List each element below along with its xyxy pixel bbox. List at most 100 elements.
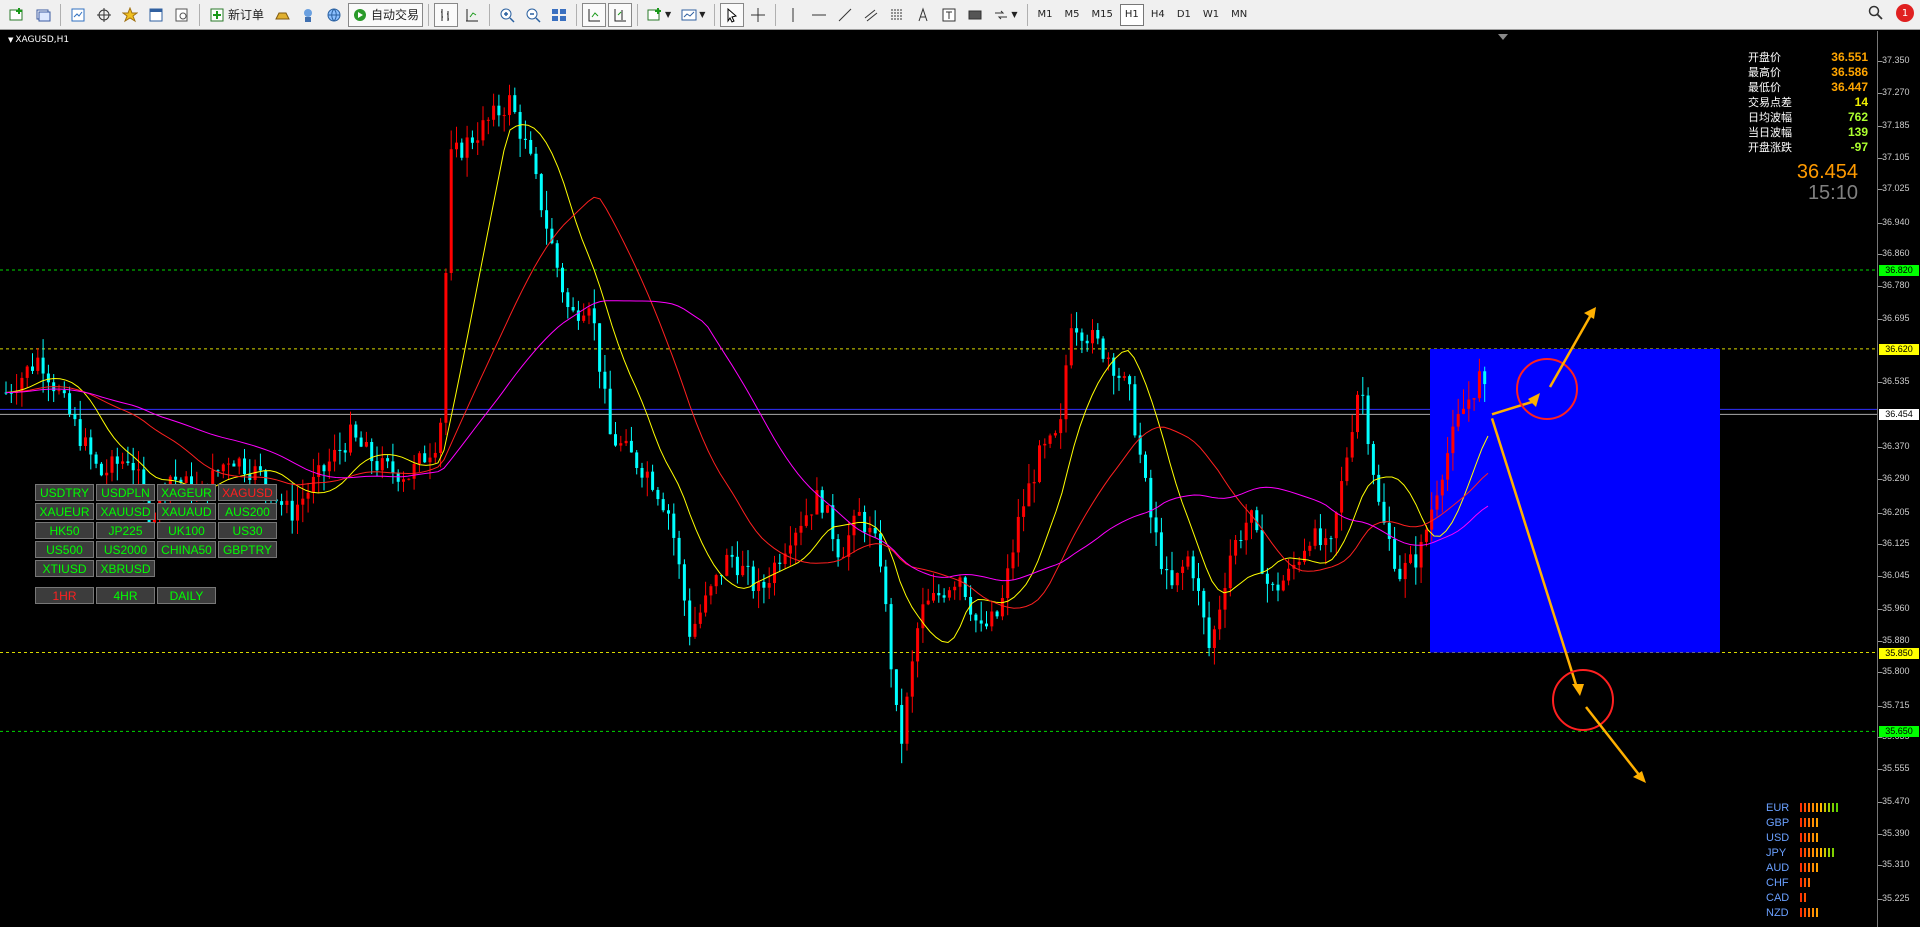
timeframe-mn-button[interactable]: MN bbox=[1226, 4, 1252, 26]
candle-body bbox=[1297, 561, 1301, 565]
fibonacci-button[interactable] bbox=[885, 3, 909, 27]
strength-bar-segment bbox=[1816, 818, 1818, 827]
symbol-button-jp225[interactable]: JP225 bbox=[96, 522, 155, 539]
auto-scroll-button[interactable] bbox=[582, 2, 607, 27]
channel-button[interactable] bbox=[859, 3, 883, 27]
symbol-button-us30[interactable]: US30 bbox=[218, 522, 277, 539]
currency-name: USD bbox=[1766, 831, 1790, 844]
symbol-button-uk100[interactable]: UK100 bbox=[157, 522, 216, 539]
info-value: 762 bbox=[1847, 110, 1868, 124]
crosshair-tool-button[interactable] bbox=[746, 3, 770, 27]
candle-body bbox=[1318, 528, 1322, 546]
notification-badge[interactable]: 1 bbox=[1896, 4, 1914, 22]
candle-body bbox=[1069, 328, 1073, 366]
candle-body bbox=[1244, 522, 1248, 541]
strength-bar-segment bbox=[1808, 863, 1810, 872]
candle-body bbox=[31, 366, 34, 371]
new-chart-button[interactable] bbox=[5, 3, 29, 27]
signals-button[interactable] bbox=[296, 3, 320, 27]
price-tick-label: 37.025 bbox=[1882, 183, 1910, 194]
info-row: 最高价 36.586 bbox=[1748, 65, 1868, 80]
arrows-button[interactable]: ▼ bbox=[989, 3, 1021, 27]
timeframe-h1-button[interactable]: H1 bbox=[1119, 3, 1144, 26]
indicators-button[interactable]: ▼ bbox=[643, 3, 675, 27]
candle-body bbox=[1207, 617, 1211, 648]
candle-body bbox=[1271, 583, 1275, 585]
cursor-button[interactable] bbox=[720, 2, 745, 27]
candle-body bbox=[1091, 330, 1094, 344]
symbol-button-usdtry[interactable]: USDTRY bbox=[35, 484, 94, 501]
timeframe-switch-4hr[interactable]: 4HR bbox=[96, 587, 155, 604]
strength-bar-segment bbox=[1808, 818, 1810, 827]
timeframe-m1-button[interactable]: M1 bbox=[1033, 4, 1058, 26]
rectangle-button[interactable] bbox=[963, 3, 987, 27]
horizontal-line-button[interactable] bbox=[807, 3, 831, 27]
vps-button[interactable] bbox=[322, 3, 346, 27]
timeframe-d1-button[interactable]: D1 bbox=[1172, 4, 1196, 26]
timeframe-m15-button[interactable]: M15 bbox=[1087, 4, 1118, 26]
zoom-in-button[interactable] bbox=[495, 3, 519, 27]
currency-name: AUD bbox=[1766, 861, 1790, 874]
trendline-button[interactable] bbox=[833, 3, 857, 27]
timeframe-w1-button[interactable]: W1 bbox=[1198, 4, 1224, 26]
symbol-button-aus200[interactable]: AUS200 bbox=[218, 503, 277, 520]
candle-body bbox=[788, 545, 792, 554]
symbol-button-xauaud[interactable]: XAUAUD bbox=[157, 503, 216, 520]
strategy-tester-button[interactable] bbox=[170, 3, 194, 27]
timeframe-h4-button[interactable]: H4 bbox=[1146, 4, 1170, 26]
price-tick-label: 36.860 bbox=[1882, 248, 1910, 259]
timeframe-switch-1hr[interactable]: 1HR bbox=[35, 587, 94, 604]
timeframe-switch-daily[interactable]: DAILY bbox=[157, 587, 216, 604]
candlestick-button[interactable] bbox=[460, 3, 484, 27]
candle-body bbox=[1393, 538, 1397, 569]
candle-body bbox=[227, 463, 231, 465]
symbol-button-china50[interactable]: CHINA50 bbox=[157, 541, 216, 558]
tile-windows-button[interactable] bbox=[547, 3, 571, 27]
templates-button[interactable]: ▼ bbox=[677, 3, 709, 27]
candle-body bbox=[1154, 517, 1158, 533]
symbol-button-us500[interactable]: US500 bbox=[35, 541, 94, 558]
timeframe-m5-button[interactable]: M5 bbox=[1060, 4, 1085, 26]
toolbar-separator bbox=[1026, 3, 1028, 26]
candle-body bbox=[608, 388, 612, 435]
candle-body bbox=[1080, 332, 1084, 341]
candle-body bbox=[110, 456, 114, 473]
symbol-button-xtiusd[interactable]: XTIUSD bbox=[35, 560, 94, 577]
symbol-button-hk50[interactable]: HK50 bbox=[35, 522, 94, 539]
text-label-button[interactable] bbox=[937, 3, 961, 27]
candle-body bbox=[1106, 357, 1110, 359]
bar-chart-icon bbox=[441, 8, 450, 21]
symbol-button-usdpln[interactable]: USDPLN bbox=[96, 484, 155, 501]
bar-chart-button[interactable] bbox=[434, 2, 459, 27]
price-tick-label: 36.370 bbox=[1882, 441, 1910, 452]
navigator-button[interactable] bbox=[118, 3, 142, 27]
vertical-line-button[interactable] bbox=[781, 3, 805, 27]
price-tick-label: 36.125 bbox=[1882, 538, 1910, 549]
chart-canvas[interactable] bbox=[0, 31, 1877, 927]
profiles-button[interactable] bbox=[31, 3, 55, 27]
candle-body bbox=[1276, 584, 1280, 591]
chart-shift-button[interactable] bbox=[608, 2, 633, 27]
horizontal-line-icon bbox=[812, 14, 827, 15]
symbol-button-xageur[interactable]: XAGEUR bbox=[157, 484, 216, 501]
text-button[interactable] bbox=[911, 3, 935, 27]
symbol-button-gbptry[interactable]: GBPTRY bbox=[218, 541, 277, 558]
symbol-button-xagusd[interactable]: XAGUSD bbox=[218, 484, 277, 501]
price-chart[interactable] bbox=[0, 31, 1920, 927]
market-watch-button[interactable] bbox=[66, 3, 90, 27]
auto-trading-button[interactable]: 自动交易 bbox=[348, 2, 424, 27]
market-button[interactable] bbox=[270, 3, 294, 27]
candle-body bbox=[942, 595, 946, 598]
price-axis[interactable]: 37.350 37.270 37.185 37.105 37.025 36.940 36.8… bbox=[1877, 31, 1920, 927]
symbol-button-xbrusd[interactable]: XBRUSD bbox=[96, 560, 155, 577]
candle-body bbox=[285, 500, 289, 505]
terminal-button[interactable] bbox=[144, 3, 168, 27]
new-order-button[interactable]: 新订单 bbox=[205, 3, 268, 27]
data-window-button[interactable] bbox=[92, 3, 116, 27]
search-icon[interactable] bbox=[1868, 5, 1884, 21]
symbol-button-xaueur[interactable]: XAUEUR bbox=[35, 503, 94, 520]
zoom-out-button[interactable] bbox=[521, 3, 545, 27]
currency-name: EUR bbox=[1766, 801, 1790, 814]
symbol-button-us2000[interactable]: US2000 bbox=[96, 541, 155, 558]
symbol-button-xauusd[interactable]: XAUUSD bbox=[96, 503, 155, 520]
